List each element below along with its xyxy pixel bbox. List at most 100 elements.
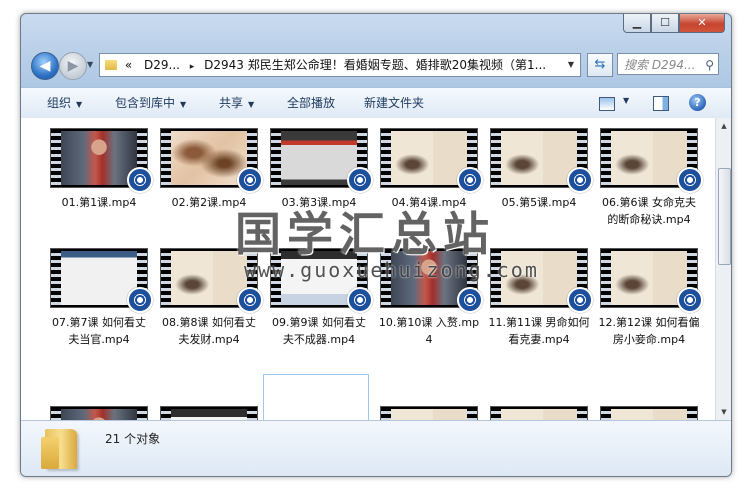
watermark-text: 国学汇总站 [235,207,495,261]
help-icon[interactable]: ? [689,94,706,111]
media-player-icon [347,167,373,193]
film-strip [51,407,61,420]
file-item-partial[interactable] [267,406,371,420]
thumbnail-frame [611,251,687,305]
film-strip [51,129,61,187]
file-item[interactable]: 12.第12课 如何看偏房小妾命.mp4 [597,248,703,348]
file-name[interactable]: 07.第7课 如何看丈夫当官.mp4 [47,314,151,348]
search-input[interactable]: 搜索 D294... ⚲ [617,53,719,75]
video-thumbnail[interactable] [600,128,703,193]
details-pane: 21 个对象 [21,420,731,476]
film-strip [161,407,171,420]
film-strip [381,407,391,420]
video-thumbnail[interactable] [50,248,153,313]
file-name[interactable]: 06.第6课 女命克夫的断命秘诀.mp4 [597,194,701,228]
folder-icon [41,429,77,469]
file-item[interactable]: 06.第6课 女命克夫的断命秘诀.mp4 [597,128,703,228]
breadcrumb-item-parent[interactable]: D29... [144,58,180,72]
forward-button[interactable]: ▶ [59,52,87,80]
address-dropdown-icon[interactable]: ▼ [568,54,574,76]
thumbnail-frame [391,409,467,420]
video-thumbnail[interactable] [600,248,703,313]
thumbnail-frame [171,131,247,185]
video-thumbnail[interactable] [160,128,263,193]
file-item[interactable]: 01.第1课.mp4 [47,128,153,211]
thumbnail-frame [61,251,137,305]
video-thumbnail[interactable] [600,406,698,420]
refresh-icon[interactable]: ⇆ [587,53,613,77]
media-player-icon [127,287,153,313]
video-thumbnail[interactable] [490,406,588,420]
file-item-partial[interactable] [487,406,591,420]
video-thumbnail[interactable] [160,406,258,420]
thumbnail-frame [171,409,247,420]
film-strip [601,407,611,420]
search-icon[interactable]: ⚲ [705,54,714,74]
file-item-partial[interactable] [377,406,481,420]
film-strip [601,129,611,187]
media-player-icon [567,167,593,193]
file-name[interactable]: 10.第10课 入赘.mp4 [377,314,481,348]
item-count: 21 个对象 [105,432,161,446]
include-in-library-button[interactable]: 包含到库中 ▼ [115,88,186,118]
share-label: 共享 [219,96,244,110]
media-player-icon [567,287,593,313]
film-strip [687,407,697,420]
film-strip [491,129,501,187]
breadcrumb-separator-icon[interactable]: ▸ [190,62,195,72]
media-player-icon [457,167,483,193]
film-strip [161,129,171,187]
breadcrumb-item-current[interactable]: D2943 郑民生郑公命理！看婚姻专题、婚排歌20集视频（第1... [204,58,546,72]
video-thumbnail[interactable] [270,128,373,193]
recent-pages-dropdown-icon[interactable]: ▼ [87,60,93,69]
file-name[interactable]: 12.第12课 如何看偏房小妾命.mp4 [597,314,701,348]
navigation-bar: ◀ ▶ ▼ « D29... ▸ D2943 郑民生郑公命理！看婚姻专题、婚排歌… [29,50,723,82]
video-thumbnail[interactable] [50,128,153,193]
watermark-url: www.guoxuehuizong.com [244,258,539,282]
thumbnail-frame [501,409,577,420]
film-strip [577,407,587,420]
file-name[interactable]: 09.第9课 如何看丈夫不成器.mp4 [267,314,371,348]
minimize-button[interactable]: ▁ [623,14,651,33]
video-thumbnail[interactable] [380,128,483,193]
file-item-partial[interactable] [157,406,261,420]
organize-button[interactable]: 组织 ▼ [47,88,82,118]
scroll-up-arrow-icon[interactable]: ▲ [716,118,731,134]
scroll-down-arrow-icon[interactable]: ▼ [716,404,731,420]
file-name[interactable]: 05.第5课.mp4 [487,194,591,211]
scrollbar-thumb[interactable] [718,168,731,265]
file-item[interactable]: 05.第5课.mp4 [487,128,593,211]
close-button[interactable]: ✕ [679,14,725,33]
address-overflow-chevron[interactable]: « [125,58,132,72]
video-thumbnail[interactable] [380,406,478,420]
organize-label: 组织 [47,96,72,110]
back-button[interactable]: ◀ [31,52,59,80]
film-strip [161,249,171,307]
new-folder-button[interactable]: 新建文件夹 [364,88,424,118]
video-thumbnail[interactable] [50,406,148,420]
video-thumbnail[interactable] [490,128,593,193]
file-name[interactable]: 11.第11课 男命如何看克妻.mp4 [487,314,591,348]
preview-pane-icon[interactable] [653,96,669,111]
view-options-dropdown-icon[interactable]: ▼ [623,96,629,116]
thumbnail-frame [611,409,687,420]
view-options-icon[interactable] [599,97,615,111]
file-name[interactable]: 01.第1课.mp4 [47,194,151,211]
file-item-partial[interactable] [47,406,151,420]
chevron-down-icon: ▼ [248,100,255,109]
thumbnail-frame [281,131,357,185]
chevron-down-icon: ▼ [180,100,187,109]
media-player-icon [457,287,483,313]
chevron-down-icon: ▼ [76,100,83,109]
share-button[interactable]: 共享 ▼ [219,88,254,118]
address-bar[interactable]: « D29... ▸ D2943 郑民生郑公命理！看婚姻专题、婚排歌20集视频（… [99,53,581,77]
file-item-partial[interactable] [597,406,701,420]
file-name[interactable]: 08.第8课 如何看丈夫发财.mp4 [157,314,261,348]
file-item[interactable]: 07.第7课 如何看丈夫当官.mp4 [47,248,153,348]
maximize-button[interactable]: ☐ [651,14,679,33]
film-strip [137,407,147,420]
play-all-button[interactable]: 全部播放 [287,88,335,118]
thumbnail-frame [501,131,577,185]
vertical-scrollbar[interactable]: ▲ ▼ [715,118,731,420]
media-player-icon [347,287,373,313]
